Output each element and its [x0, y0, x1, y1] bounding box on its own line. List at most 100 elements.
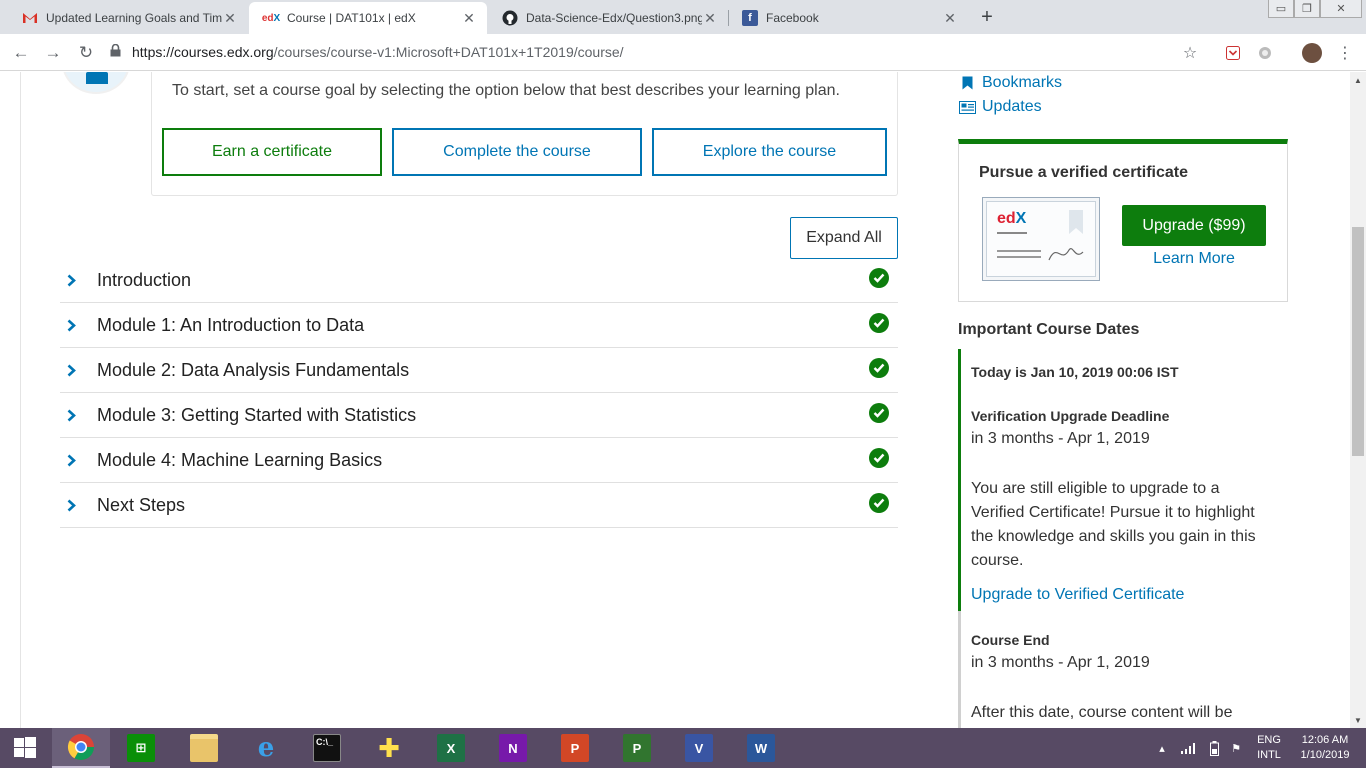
menu-icon[interactable]: ⋮ — [1336, 44, 1354, 62]
medical-app-icon: ✚ — [378, 732, 400, 763]
outline-section[interactable]: Module 2: Data Analysis Fundamentals — [60, 348, 898, 393]
expand-all-button[interactable]: Expand All — [790, 217, 898, 259]
outline-section[interactable]: Module 4: Machine Learning Basics — [60, 438, 898, 483]
check-circle-icon — [869, 403, 889, 423]
outline-section[interactable]: Module 3: Getting Started with Statistic… — [60, 393, 898, 438]
section-title: Module 2: Data Analysis Fundamentals — [97, 360, 410, 380]
deadline-desc-line: the knowledge and skills you gain in thi… — [971, 528, 1256, 545]
lock-icon — [110, 43, 124, 60]
close-tab-icon[interactable]: ✕ — [461, 10, 477, 27]
address-bar[interactable]: https://courses.edx.org/courses/course-v… — [110, 38, 1210, 66]
windows-start-icon[interactable] — [0, 728, 50, 768]
reload-icon[interactable]: ↻ — [75, 42, 97, 64]
taskbar-onenote[interactable]: N — [484, 728, 542, 768]
taskbar-excel[interactable]: X — [422, 728, 480, 768]
course-end-when: in 3 months - Apr 1, 2019 — [971, 654, 1150, 671]
verified-certificate-box: Pursue a verified certificate edX Upgrad… — [958, 139, 1288, 302]
taskbar-chrome[interactable] — [52, 728, 110, 768]
page-content: To start, set a course goal by selecting… — [0, 72, 1350, 728]
powerpoint-icon: P — [561, 734, 589, 762]
chevron-right-icon — [64, 408, 78, 422]
scroll-up-icon[interactable]: ▲ — [1350, 72, 1366, 88]
taskbar-word[interactable]: W — [732, 728, 790, 768]
deadline-desc-line: You are still eligible to upgrade to a — [971, 480, 1220, 497]
onenote-icon: N — [499, 734, 527, 762]
scroll-down-icon[interactable]: ▼ — [1350, 712, 1366, 728]
taskbar-file-explorer[interactable] — [175, 728, 233, 768]
excel-icon: X — [437, 734, 465, 762]
today-date: Today is Jan 10, 2019 00:06 IST — [971, 364, 1179, 380]
back-icon[interactable]: ← — [10, 42, 32, 64]
outline-section[interactable]: Next Steps — [60, 483, 898, 528]
important-dates-title: Important Course Dates — [958, 321, 1140, 338]
section-title: Introduction — [97, 270, 192, 290]
project-icon: P — [623, 734, 651, 762]
close-window-icon[interactable]: ✕ — [1320, 0, 1362, 18]
taskbar-store[interactable]: ⊞ — [112, 728, 170, 768]
verified-title: Pursue a verified certificate — [979, 164, 1188, 181]
updates-link[interactable]: Updates — [958, 96, 1042, 118]
check-circle-icon — [869, 448, 889, 468]
chevron-up-icon[interactable]: ▴ — [1155, 728, 1169, 768]
forward-icon[interactable]: → — [42, 42, 64, 64]
chevron-right-icon — [64, 318, 78, 332]
tab-gmail[interactable]: Updated Learning Goals and Tim ✕ — [8, 2, 248, 34]
tab-facebook[interactable]: f Facebook ✕ — [728, 2, 968, 34]
deadline-desc-line: Verified Certificate! Pursue it to highl… — [971, 504, 1255, 521]
network-icon[interactable] — [1178, 728, 1198, 768]
goal-option-complete-course[interactable]: Complete the course — [392, 128, 642, 176]
course-outline: Introduction Module 1: An Introduction t… — [60, 258, 898, 528]
check-circle-icon — [869, 268, 889, 288]
restore-icon[interactable]: ❐ — [1294, 0, 1320, 18]
taskbar-command-prompt[interactable]: C:\_ — [298, 728, 356, 768]
outline-section[interactable]: Module 1: An Introduction to Data — [60, 303, 898, 348]
profile-avatar[interactable] — [1302, 43, 1322, 63]
goal-icon — [62, 72, 130, 94]
flag-icon[interactable]: ⚑ — [1226, 728, 1246, 768]
url-path: /courses/course-v1:Microsoft+DAT101x+1T2… — [273, 44, 624, 60]
bookmark-icon — [958, 76, 976, 90]
upgrade-button[interactable]: Upgrade ($99) — [1122, 205, 1266, 246]
folder-icon — [190, 734, 218, 762]
extension-icon[interactable] — [1256, 44, 1274, 62]
section-title: Module 3: Getting Started with Statistic… — [97, 405, 417, 425]
close-tab-icon[interactable]: ✕ — [942, 10, 958, 27]
deadline-desc-line: course. — [971, 552, 1024, 569]
new-tab-button[interactable]: + — [974, 5, 1000, 29]
taskbar-visio[interactable]: V — [670, 728, 728, 768]
pocket-extension-icon[interactable] — [1224, 44, 1242, 62]
learn-more-link[interactable]: Learn More — [1122, 250, 1266, 268]
edx-icon: ed X — [261, 12, 281, 24]
scroll-thumb[interactable] — [1352, 227, 1364, 456]
course-end-title: Course End — [971, 632, 1050, 648]
goal-option-explore-course[interactable]: Explore the course — [652, 128, 887, 176]
taskbar-clock[interactable]: 12:06 AM 1/10/2019 — [1284, 733, 1366, 763]
goal-option-earn-certificate[interactable]: Earn a certificate — [162, 128, 382, 176]
input-language[interactable]: ENG INTL — [1250, 728, 1288, 768]
taskbar-project[interactable]: P — [608, 728, 666, 768]
url-host: https://courses.edx.org — [132, 44, 274, 60]
tab-github[interactable]: Data-Science-Edx/Question3.png ✕ — [488, 2, 728, 34]
section-title: Module 4: Machine Learning Basics — [97, 450, 383, 470]
minimize-icon[interactable]: ▭ — [1268, 0, 1294, 18]
page-scrollbar[interactable]: ▲ ▼ — [1350, 72, 1366, 728]
bookmarks-link[interactable]: Bookmarks — [958, 72, 1062, 94]
battery-icon[interactable] — [1204, 728, 1224, 768]
taskbar-app[interactable]: ✚ — [360, 728, 418, 768]
chevron-right-icon — [64, 273, 78, 287]
section-title: Module 1: An Introduction to Data — [97, 315, 365, 335]
close-tab-icon[interactable]: ✕ — [702, 10, 718, 27]
close-tab-icon[interactable]: ✕ — [222, 10, 238, 27]
taskbar-internet-explorer[interactable]: e — [237, 728, 295, 768]
tab-edx-course[interactable]: ed X Course | DAT101x | edX ✕ — [249, 2, 487, 34]
star-icon[interactable]: ☆ — [1181, 44, 1199, 62]
word-icon: W — [747, 734, 775, 762]
browser-tab-bar: Updated Learning Goals and Tim ✕ ed X Cou… — [0, 0, 1366, 34]
browser-toolbar: ← → ↻ https://courses.edx.org/courses/co… — [0, 34, 1366, 71]
upgrade-verified-link[interactable]: Upgrade to Verified Certificate — [971, 583, 1184, 607]
terminal-icon: C:\_ — [313, 734, 341, 762]
outline-section[interactable]: Introduction — [60, 258, 898, 303]
newspaper-icon — [958, 100, 976, 114]
taskbar-powerpoint[interactable]: P — [546, 728, 604, 768]
facebook-icon: f — [742, 10, 758, 26]
